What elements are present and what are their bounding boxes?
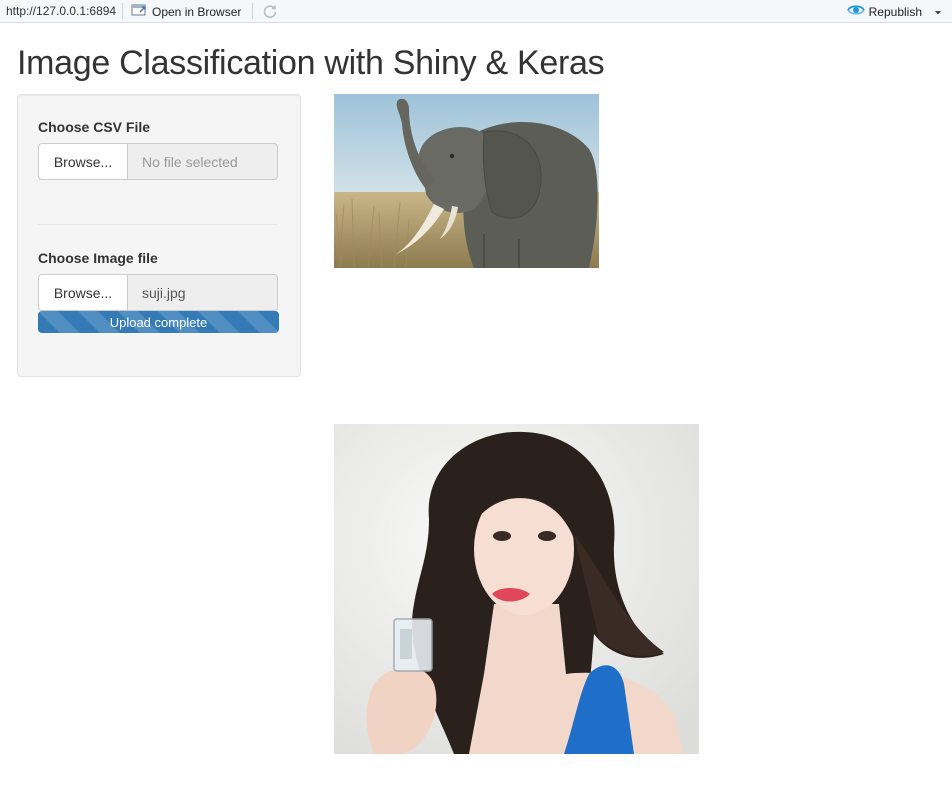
browser-window-icon bbox=[131, 3, 147, 20]
refresh-icon[interactable] bbox=[262, 3, 278, 19]
viewer-toolbar: http://127.0.0.1:6894 Open in Browser Re… bbox=[0, 0, 952, 23]
image-filename-field: suji.jpg bbox=[128, 274, 278, 311]
republish-button[interactable]: Republish bbox=[846, 2, 942, 21]
toolbar-separator bbox=[252, 3, 253, 19]
csv-filename-field: No file selected bbox=[128, 143, 278, 180]
page-title: Image Classification with Shiny & Keras bbox=[17, 44, 605, 82]
sidebar-panel: Choose CSV File Browse... No file select… bbox=[17, 94, 301, 377]
portrait-image bbox=[334, 424, 699, 754]
elephant-image bbox=[334, 94, 599, 268]
toolbar-separator bbox=[122, 3, 123, 19]
upload-progress-bar: Upload complete bbox=[38, 311, 279, 333]
upload-progress-text: Upload complete bbox=[109, 314, 208, 330]
url-text: http://127.0.0.1:6894 bbox=[6, 4, 117, 18]
csv-file-input[interactable]: Browse... No file selected bbox=[38, 143, 278, 180]
divider bbox=[38, 224, 278, 225]
csv-file-label: Choose CSV File bbox=[38, 119, 151, 135]
open-in-browser-button[interactable]: Open in Browser bbox=[131, 2, 241, 21]
image-file-input[interactable]: Browse... suji.jpg bbox=[38, 274, 278, 311]
image-browse-button[interactable]: Browse... bbox=[38, 274, 128, 311]
publish-icon bbox=[846, 3, 865, 20]
republish-label: Republish bbox=[868, 4, 922, 19]
image-file-label: Choose Image file bbox=[38, 250, 158, 266]
csv-browse-button[interactable]: Browse... bbox=[38, 143, 128, 180]
caret-down-icon[interactable] bbox=[934, 5, 942, 19]
open-in-browser-label: Open in Browser bbox=[152, 4, 242, 19]
